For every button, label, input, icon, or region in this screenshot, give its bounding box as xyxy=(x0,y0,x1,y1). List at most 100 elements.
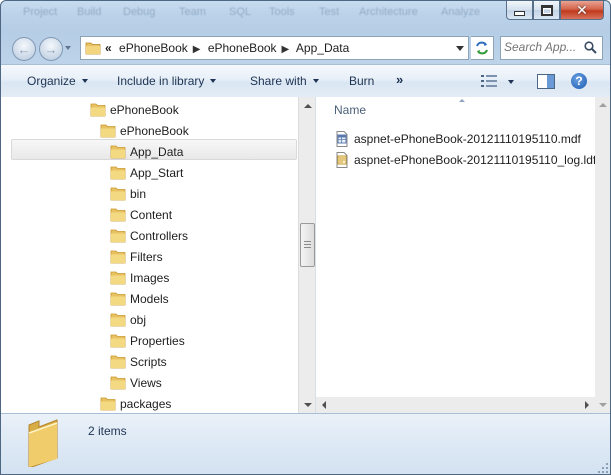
scroll-down-button[interactable] xyxy=(299,396,316,413)
minimize-button[interactable] xyxy=(506,1,533,20)
folder-icon xyxy=(90,103,106,117)
scroll-right-button[interactable] xyxy=(579,397,595,413)
chevron-down-icon xyxy=(312,79,319,83)
tree-item-label: ePhoneBook xyxy=(120,124,189,138)
background-menu-item: Analyze xyxy=(441,6,481,18)
log-file-icon xyxy=(336,152,348,168)
arrow-down-icon xyxy=(303,402,312,407)
background-menu-item: Test xyxy=(319,6,340,18)
refresh-button[interactable] xyxy=(471,36,494,60)
grip-line xyxy=(304,247,311,248)
background-menu-item: Tools xyxy=(269,6,295,18)
close-button[interactable]: ✕ xyxy=(560,1,604,20)
change-view-icon[interactable] xyxy=(481,75,497,87)
folder-icon xyxy=(110,376,126,390)
breadcrumb-overflow[interactable]: « xyxy=(105,41,112,55)
maximize-icon xyxy=(540,4,553,16)
folder-icon xyxy=(110,292,126,306)
breadcrumb-item[interactable]: ePhoneBook xyxy=(119,41,188,55)
burn-label: Burn xyxy=(349,74,375,88)
background-menu-item: Project xyxy=(23,6,58,18)
navigation-scrollbar[interactable] xyxy=(298,97,316,413)
arrow-right-icon xyxy=(585,401,589,409)
share-with-label: Share with xyxy=(250,74,307,88)
folder-icon xyxy=(110,334,126,348)
breadcrumb-item[interactable]: App_Data xyxy=(296,41,349,55)
file-name: aspnet-ePhoneBook-20121110195110_log.ldf xyxy=(354,153,597,167)
breadcrumb-item[interactable]: ePhoneBook xyxy=(208,41,277,55)
scroll-thumb[interactable] xyxy=(300,223,315,267)
tree-item-label: bin xyxy=(130,187,147,201)
caption-buttons: ✕ xyxy=(506,1,604,21)
file-list-horizontal-scrollbar[interactable] xyxy=(316,397,595,413)
file-list-pane: Name aspnet-ePhoneBook-20121110195110.md… xyxy=(316,97,597,413)
tree-item-label: obj xyxy=(130,313,147,327)
burn-button[interactable]: Burn xyxy=(349,74,374,88)
folder-large-icon xyxy=(28,419,58,467)
folder-icon xyxy=(110,187,126,201)
folder-icon xyxy=(100,397,116,411)
file-name: aspnet-ePhoneBook-20121110195110.mdf xyxy=(354,132,581,146)
search-box[interactable] xyxy=(500,36,603,60)
grip-line xyxy=(304,244,311,245)
chevron-right-icon[interactable]: ▶ xyxy=(282,44,290,55)
tree-item-label: App_Start xyxy=(130,166,184,180)
folder-icon xyxy=(85,42,101,55)
arrow-down-icon xyxy=(598,403,607,407)
organize-label: Organize xyxy=(27,74,76,88)
arrow-left-icon xyxy=(322,401,326,409)
include-in-library-button[interactable]: Include in library xyxy=(117,74,217,88)
scroll-down-button[interactable] xyxy=(595,397,610,413)
database-file-icon xyxy=(336,131,348,147)
folder-icon xyxy=(110,145,126,159)
address-bar[interactable]: « ePhoneBook ▶ ePhoneBook ▶ App_Data xyxy=(80,36,469,60)
tree-item-label: Properties xyxy=(130,334,185,348)
details-pane: 2 items xyxy=(1,413,610,474)
background-menubar: Project Build Debug Team SQL Tools Test … xyxy=(1,1,501,23)
column-header-name[interactable]: Name xyxy=(334,103,366,117)
tree-item-label: Images xyxy=(130,271,170,285)
more-commands-button[interactable]: » xyxy=(396,72,403,87)
folder-icon xyxy=(100,124,116,138)
arrow-up-icon xyxy=(598,103,607,107)
resize-grip[interactable] xyxy=(596,461,608,473)
tree-item-label: ePhoneBook xyxy=(110,103,179,117)
preview-pane-icon[interactable] xyxy=(537,74,555,89)
scroll-left-button[interactable] xyxy=(316,397,332,413)
item-count: 2 items xyxy=(88,424,127,438)
breadcrumb: « ePhoneBook ▶ ePhoneBook ▶ App_Data xyxy=(105,41,353,55)
search-icon[interactable] xyxy=(584,41,597,54)
background-menu-item: SQL xyxy=(229,6,252,18)
background-menu-item: Architecture xyxy=(359,6,418,18)
folder-icon xyxy=(110,229,126,243)
folder-icon xyxy=(110,208,126,222)
folder-icon xyxy=(110,355,126,369)
search-input[interactable] xyxy=(504,39,576,55)
help-icon[interactable]: ? xyxy=(571,73,587,89)
folder-icon xyxy=(110,166,126,180)
file-list-vertical-scrollbar[interactable] xyxy=(595,97,610,413)
tree-item-label: App_Data xyxy=(130,145,184,159)
address-dropdown-arrow[interactable] xyxy=(456,46,464,51)
refresh-icon xyxy=(476,41,488,55)
folder-icon xyxy=(110,313,126,327)
recent-pages-dropdown[interactable] xyxy=(65,46,71,50)
background-menu-item: Debug xyxy=(123,6,156,18)
back-button[interactable]: ← xyxy=(12,37,36,61)
tree-item-label: Filters xyxy=(130,250,163,264)
tree-item-label: Models xyxy=(130,292,169,306)
chevron-right-icon[interactable]: ▶ xyxy=(193,44,201,55)
share-with-button[interactable]: Share with xyxy=(250,74,319,88)
folder-icon xyxy=(110,271,126,285)
organize-button[interactable]: Organize xyxy=(27,74,88,88)
tree-item-label: Scripts xyxy=(130,355,167,369)
scroll-up-button[interactable] xyxy=(299,97,316,114)
background-menu-item: Team xyxy=(179,6,206,18)
view-options-dropdown[interactable] xyxy=(508,80,514,84)
maximize-button[interactable] xyxy=(533,1,560,20)
forward-button[interactable]: → xyxy=(39,37,63,61)
chevron-down-icon xyxy=(81,79,88,83)
sort-ascending-icon xyxy=(459,99,465,102)
scroll-up-button[interactable] xyxy=(595,97,610,113)
tree-item-label: Controllers xyxy=(130,229,189,243)
